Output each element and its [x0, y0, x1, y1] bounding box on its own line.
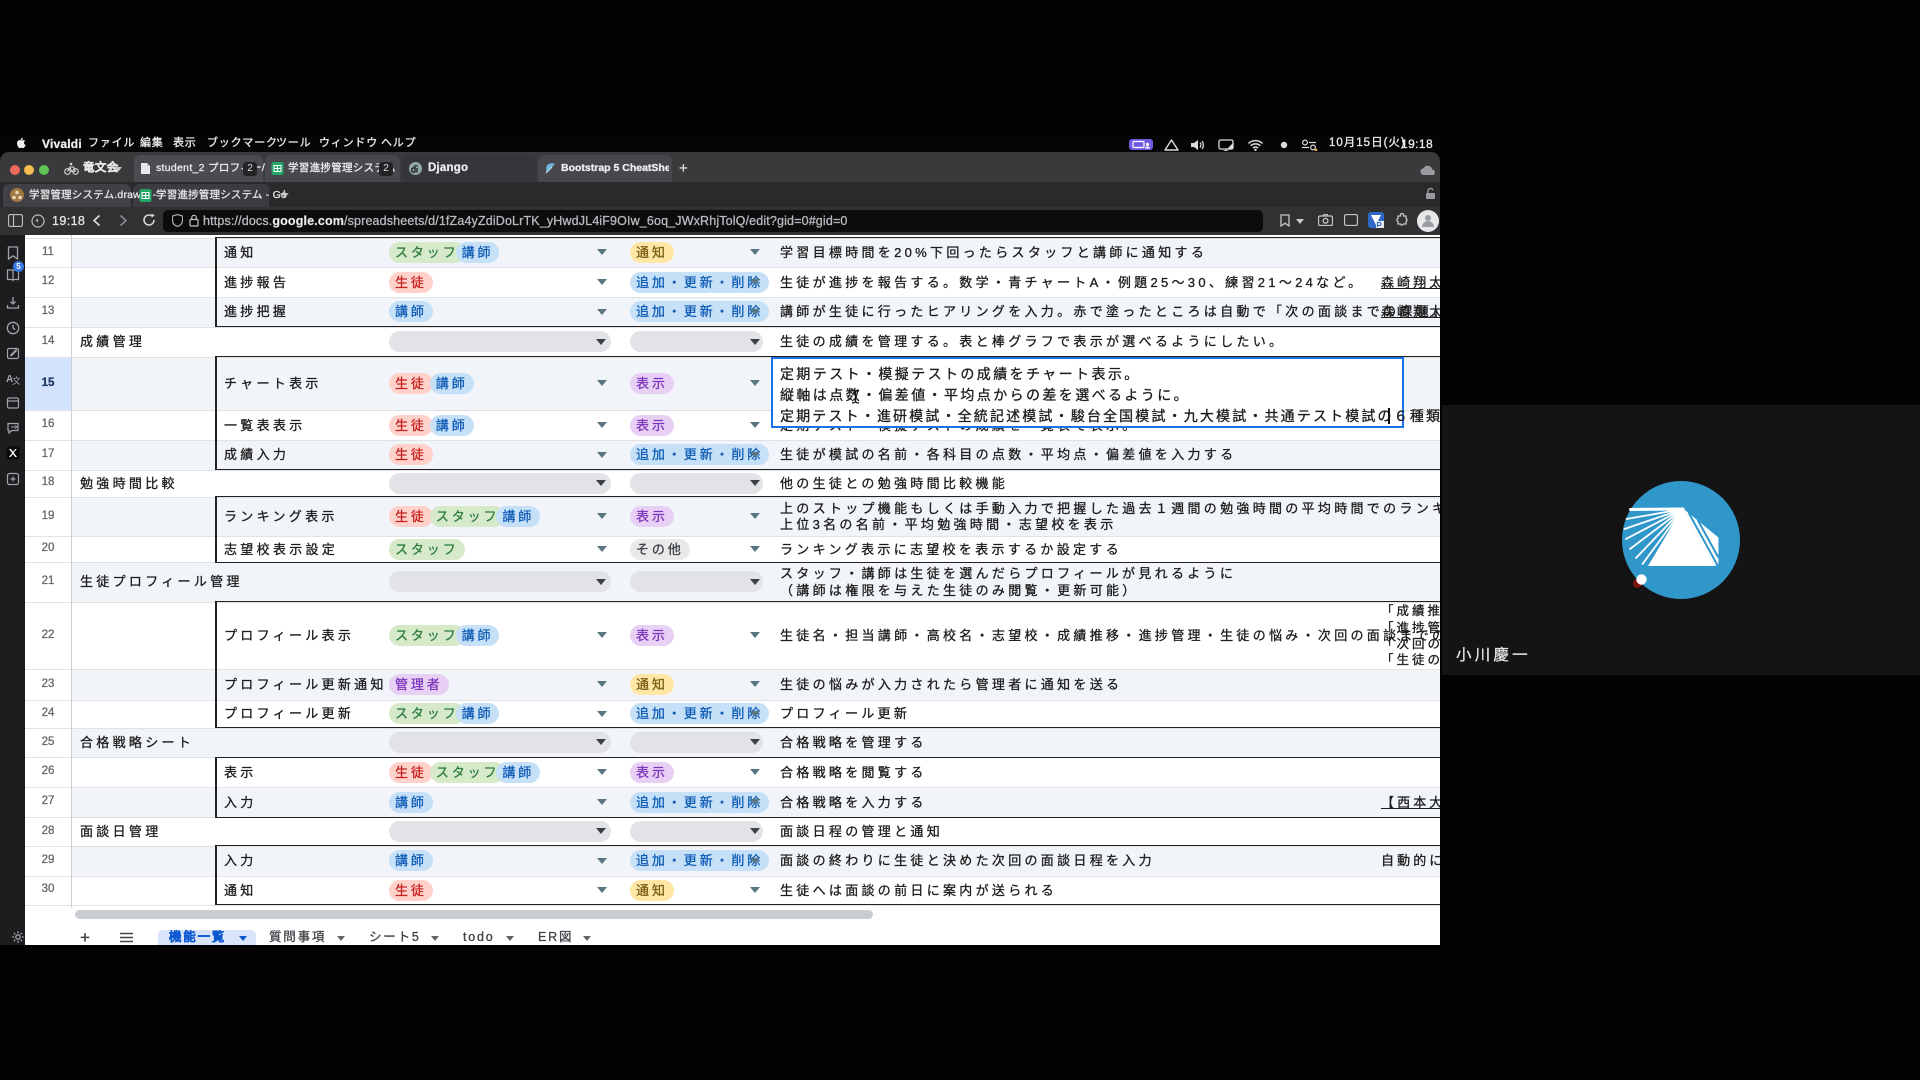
svg-text:文: 文 — [12, 375, 20, 385]
